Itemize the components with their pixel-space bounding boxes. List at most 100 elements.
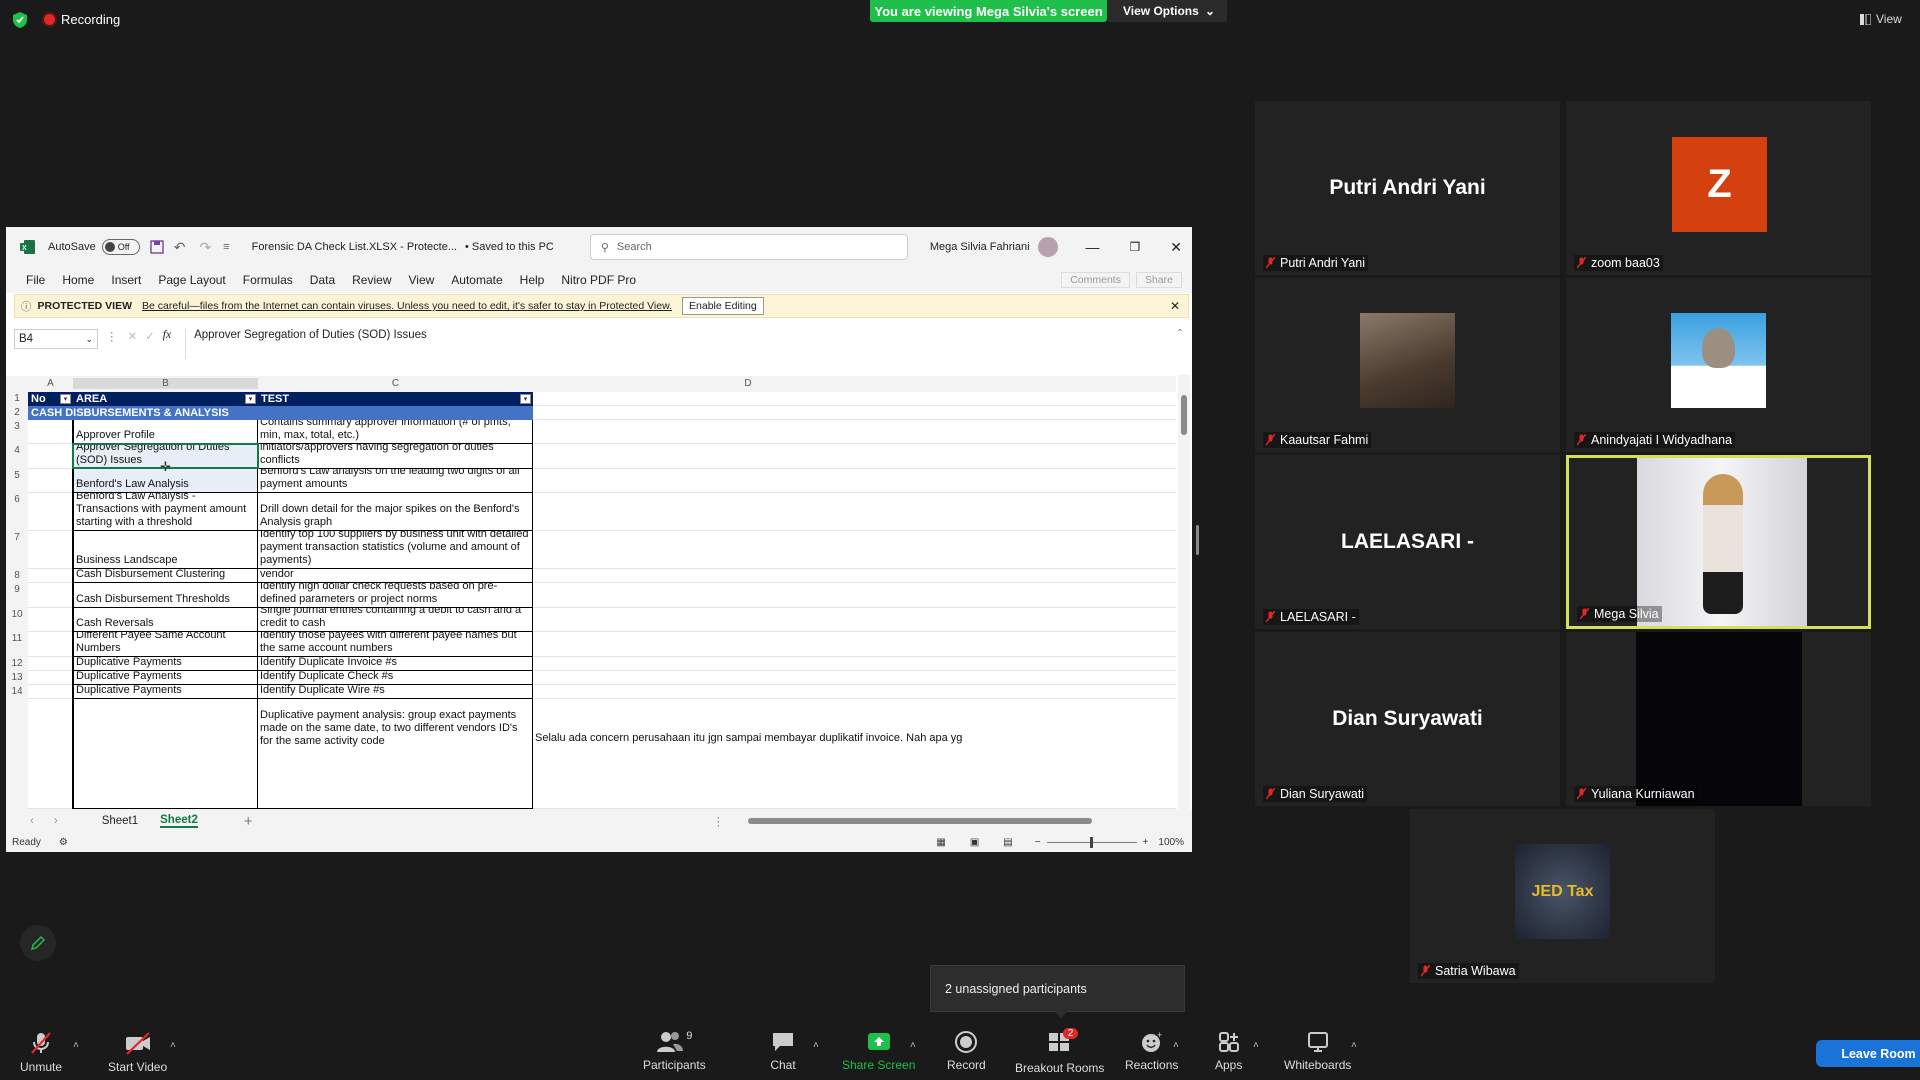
- menu-help[interactable]: Help: [520, 273, 545, 287]
- test-cell[interactable]: Identify high dollar check requests base…: [258, 583, 533, 608]
- autosave-toggle[interactable]: Off: [101, 239, 140, 255]
- avatar[interactable]: [1037, 237, 1058, 257]
- accessibility-icon[interactable]: ⚙: [59, 837, 68, 848]
- test-cell[interactable]: Contains summary approver information (#…: [258, 420, 533, 444]
- horizontal-scrollbar[interactable]: [736, 816, 1166, 826]
- no-cell[interactable]: [28, 531, 73, 569]
- more-sheets-icon[interactable]: ⋮: [713, 814, 725, 828]
- area-cell[interactable]: Duplicative Payments: [73, 671, 258, 685]
- column-c[interactable]: C: [258, 378, 533, 389]
- excel-window[interactable]: X AutoSave Off ↶ ↷ ≡ Forensic DA Check L…: [6, 227, 1192, 852]
- no-cell[interactable]: [28, 493, 73, 531]
- area-cell[interactable]: Benford's Law Analysis - Transactions wi…: [73, 493, 258, 531]
- menu-data[interactable]: Data: [310, 273, 335, 287]
- chat-options-caret-icon[interactable]: ˄: [813, 1040, 819, 1051]
- no-cell[interactable]: [28, 699, 73, 809]
- no-cell[interactable]: [28, 657, 73, 671]
- row-number[interactable]: 7: [6, 531, 28, 569]
- no-cell[interactable]: [28, 608, 73, 632]
- chat-button[interactable]: Chat: [770, 1030, 796, 1072]
- menu-insert[interactable]: Insert: [111, 273, 141, 287]
- no-cell[interactable]: [28, 569, 73, 583]
- zoom-in-icon[interactable]: +: [1143, 837, 1149, 848]
- zoom-slider-thumb[interactable]: [1089, 837, 1093, 848]
- no-cell[interactable]: [28, 671, 73, 685]
- recording-indicator[interactable]: Recording: [44, 12, 120, 27]
- test-cell[interactable]: Single journal entries containing a debi…: [258, 608, 533, 632]
- test-cell[interactable]: Summarize cash disbursements by account,…: [258, 569, 533, 583]
- audio-options-caret-icon[interactable]: ˄: [73, 1040, 79, 1051]
- comments-button[interactable]: Comments: [1061, 272, 1130, 288]
- menu-page-layout[interactable]: Page Layout: [158, 273, 225, 287]
- annotate-pencil-button[interactable]: [20, 925, 56, 961]
- d15-cell[interactable]: Selalu ada concern perusahaan itu jgn sa…: [535, 732, 965, 746]
- menu-review[interactable]: Review: [352, 273, 391, 287]
- next-sheet-icon[interactable]: ›: [54, 815, 58, 827]
- no-cell[interactable]: [28, 685, 73, 699]
- area-cell[interactable]: Duplicative Payments: [73, 685, 258, 699]
- participant-tile[interactable]: Kaautsar Fahmi: [1255, 278, 1560, 452]
- whiteboards-caret-icon[interactable]: ˄: [1351, 1040, 1357, 1051]
- apps-caret-icon[interactable]: ˄: [1253, 1040, 1259, 1051]
- scroll-thumb[interactable]: [1181, 395, 1187, 435]
- menu-home[interactable]: Home: [62, 273, 94, 287]
- row-number[interactable]: 13: [6, 671, 28, 685]
- no-cell[interactable]: [28, 583, 73, 608]
- test-cell[interactable]: Benford's Law analysis on the leading tw…: [258, 469, 533, 493]
- minimize-icon[interactable]: —: [1086, 239, 1100, 255]
- test-cell[interactable]: Contains transaction level information w…: [258, 444, 533, 469]
- test-cell[interactable]: Identify Duplicate Wire #s: [258, 685, 533, 699]
- enter-icon[interactable]: ✓: [145, 329, 155, 343]
- saved-status[interactable]: • Saved to this PC: [465, 241, 554, 253]
- unmute-button[interactable]: Unmute: [20, 1030, 62, 1074]
- close-protected-bar-icon[interactable]: ✕: [1170, 299, 1180, 313]
- restore-icon[interactable]: ❐: [1130, 240, 1141, 254]
- test-cell[interactable]: Identify Duplicate Invoice #s: [258, 657, 533, 671]
- area-cell[interactable]: Cash Reversals: [73, 608, 258, 632]
- row-number[interactable]: 14: [6, 685, 28, 699]
- save-icon[interactable]: [150, 240, 164, 254]
- record-button[interactable]: Record: [947, 1030, 986, 1072]
- worksheet-grid[interactable]: 1 2 3 4 5 6 7 8 9 10 11 12 13 14 No AREA TEST ▾ ▾ ▾ CASH DIS…: [6, 392, 1176, 809]
- undo-icon[interactable]: ↶: [174, 239, 186, 256]
- area-cell[interactable]: Cash Disbursement Thresholds: [73, 583, 258, 608]
- view-button[interactable]: View: [1860, 12, 1902, 26]
- security-shield-icon[interactable]: [12, 11, 28, 29]
- cancel-icon[interactable]: ✕: [128, 329, 138, 343]
- no-cell[interactable]: [28, 444, 73, 469]
- test-cell[interactable]: Identify those payees with different pay…: [258, 632, 533, 657]
- share-screen-button[interactable]: Share Screen: [842, 1030, 915, 1072]
- panel-splitter-handle[interactable]: [1196, 525, 1199, 555]
- collapse-formula-icon[interactable]: ˆ: [1178, 329, 1182, 341]
- add-sheet-icon[interactable]: +: [244, 813, 253, 830]
- no-cell[interactable]: [28, 469, 73, 493]
- reactions-button[interactable]: + Reactions: [1125, 1030, 1178, 1072]
- view-options-button[interactable]: View Options ⌄: [1107, 0, 1227, 22]
- no-cell[interactable]: [28, 632, 73, 657]
- formula-value[interactable]: Approver Segregation of Duties (SOD) Iss…: [185, 329, 1178, 359]
- area-cell[interactable]: Business Landscape: [73, 531, 258, 569]
- menu-view[interactable]: View: [409, 273, 435, 287]
- zoom-level[interactable]: 100%: [1158, 837, 1184, 848]
- name-box[interactable]: B4 ⌄: [14, 329, 98, 349]
- participant-tile[interactable]: Yuliana Kurniawan: [1566, 632, 1871, 806]
- row-number[interactable]: 1: [6, 392, 28, 406]
- zoom-out-icon[interactable]: −: [1035, 837, 1041, 848]
- test-cell[interactable]: Drill down detail for the major spikes o…: [258, 493, 533, 531]
- row-number[interactable]: 12: [6, 657, 28, 671]
- test-cell[interactable]: Identify Duplicate Check #s: [258, 671, 533, 685]
- function-icon[interactable]: fx: [163, 329, 171, 341]
- area-cell[interactable]: Approver Profile: [73, 420, 258, 444]
- page-break-view-icon[interactable]: ▤: [1003, 837, 1012, 848]
- menu-formulas[interactable]: Formulas: [243, 273, 293, 287]
- page-layout-view-icon[interactable]: ▣: [970, 837, 979, 848]
- participant-tile[interactable]: Dian Suryawati Dian Suryawati: [1255, 632, 1560, 806]
- more-icon[interactable]: ⋮: [106, 329, 118, 343]
- column-b[interactable]: B: [73, 378, 258, 389]
- sheet-tab-sheet1[interactable]: Sheet1: [102, 815, 138, 827]
- reactions-caret-icon[interactable]: ˄: [1173, 1040, 1179, 1051]
- area-cell[interactable]: Duplicative Payments: [73, 657, 258, 671]
- sheet-tab-sheet2[interactable]: Sheet2: [160, 814, 198, 828]
- start-video-button[interactable]: Start Video: [108, 1030, 167, 1074]
- no-cell[interactable]: [28, 420, 73, 444]
